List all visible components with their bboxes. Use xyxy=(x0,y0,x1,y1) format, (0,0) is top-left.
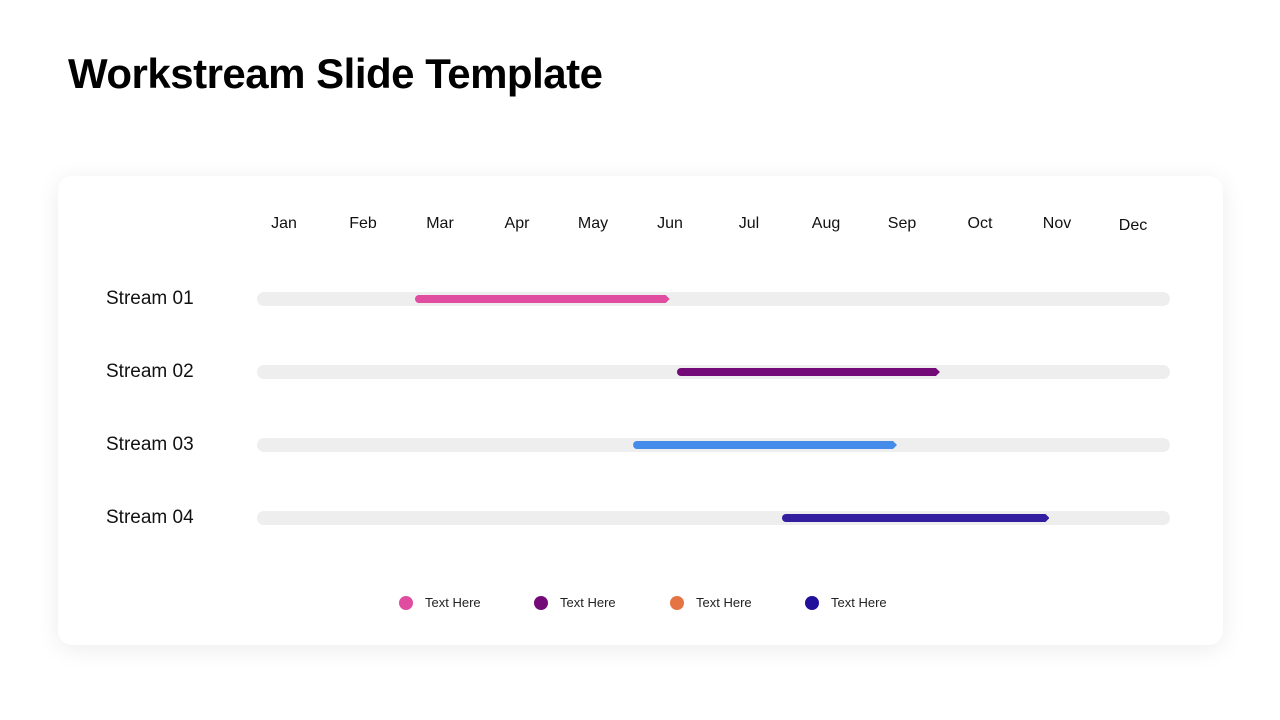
legend-item: Text Here xyxy=(805,595,887,610)
month-label-nov: Nov xyxy=(1042,215,1072,232)
stream-bar[interactable] xyxy=(633,441,897,449)
month-label-apr: Apr xyxy=(504,215,530,232)
month-label-may: May xyxy=(577,215,609,232)
legend-label: Text Here xyxy=(560,595,616,610)
legend-label: Text Here xyxy=(696,595,752,610)
stream-track xyxy=(257,365,1170,379)
stream-track xyxy=(257,292,1170,306)
month-label-sep: Sep xyxy=(887,215,917,232)
month-label-mar: Mar xyxy=(426,215,454,232)
legend-item: Text Here xyxy=(670,595,752,610)
stream-bar[interactable] xyxy=(677,368,940,376)
workstream-card xyxy=(58,176,1223,645)
page-title: Workstream Slide Template xyxy=(68,50,603,97)
month-label-jan: Jan xyxy=(271,215,297,232)
legend-dot-icon xyxy=(534,595,548,610)
month-label-dec: Dec xyxy=(1118,217,1148,234)
stream-label: Stream 03 xyxy=(106,434,194,455)
stream-label: Stream 02 xyxy=(106,361,194,382)
stream-bar[interactable] xyxy=(782,514,1050,522)
month-label-jul: Jul xyxy=(738,215,760,232)
legend-dot-icon xyxy=(805,595,819,610)
stream-track xyxy=(257,438,1170,452)
month-label-feb: Feb xyxy=(349,215,377,232)
legend-dot-icon xyxy=(670,595,684,610)
month-label-jun: Jun xyxy=(657,215,683,232)
stream-bar[interactable] xyxy=(415,295,670,303)
stream-label: Stream 01 xyxy=(106,288,194,309)
legend-item: Text Here xyxy=(534,595,616,610)
month-label-aug: Aug xyxy=(811,215,841,232)
legend-dot-icon xyxy=(399,595,413,610)
month-label-oct: Oct xyxy=(967,215,993,232)
legend-label: Text Here xyxy=(831,595,887,610)
stream-label: Stream 04 xyxy=(106,507,194,528)
legend-label: Text Here xyxy=(425,595,481,610)
stream-track xyxy=(257,511,1170,525)
legend-item: Text Here xyxy=(399,595,481,610)
